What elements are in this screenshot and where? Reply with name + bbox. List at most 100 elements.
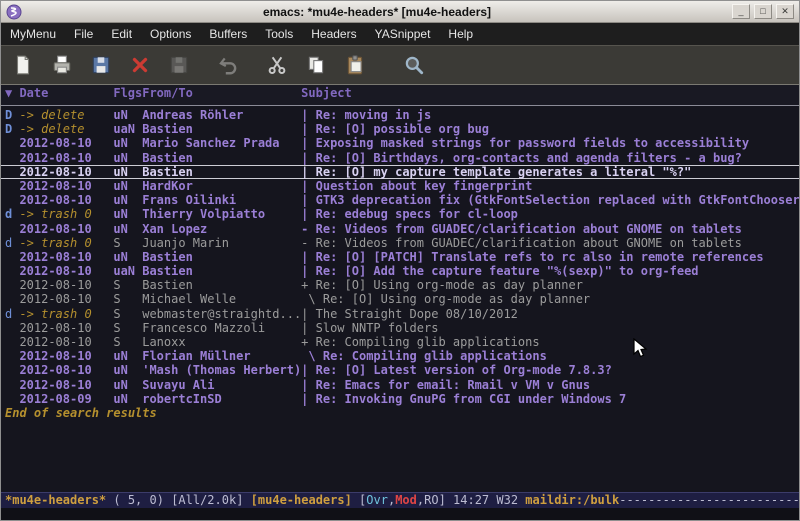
tool-bar: [1, 45, 799, 85]
column-header-subject[interactable]: Subject: [301, 85, 352, 101]
new-file-button[interactable]: [10, 53, 35, 78]
message-subject: \ Re: Compiling glib applications: [301, 349, 547, 363]
column-header-flags[interactable]: Flgs: [113, 85, 142, 101]
mark-flag: [5, 321, 19, 335]
minimize-button[interactable]: _: [732, 4, 750, 19]
message-flags: S: [113, 236, 142, 250]
message-row[interactable]: 2012-08-10SMichael Welle \ Re: [O] Using…: [1, 292, 799, 306]
message-subject: | Re: moving in js: [301, 108, 431, 122]
message-row[interactable]: 2012-08-10uNBastien| Re: [O] [PATCH] Tra…: [1, 250, 799, 264]
message-date: 2012-08-09: [19, 392, 113, 406]
mark-flag: d: [5, 236, 19, 250]
menu-help[interactable]: Help: [439, 23, 482, 45]
save-as-icon: [168, 54, 190, 76]
modeline-size: [All/2.0k]: [171, 493, 250, 507]
message-subject: | The Straight Dope 08/10/2012: [301, 307, 518, 321]
message-from: Bastien: [142, 122, 301, 136]
message-date: 2012-08-10: [19, 363, 113, 377]
message-row[interactable]: 2012-08-10SFrancesco Mazzoli| Slow NNTP …: [1, 321, 799, 335]
message-from: Bastien: [142, 264, 301, 278]
title-bar[interactable]: emacs: *mu4e-headers* [mu4e-headers] _ □…: [1, 1, 799, 23]
message-flags: S: [113, 307, 142, 321]
column-header-date[interactable]: Date: [19, 85, 113, 101]
menu-options[interactable]: Options: [141, 23, 200, 45]
message-row[interactable]: d-> trash 0SJuanjo Marin- Re: Videos fro…: [1, 236, 799, 250]
message-subject: - Re: Videos from GUADEC/clarification a…: [301, 222, 742, 236]
mark-flag: [5, 278, 19, 292]
save-as-button[interactable]: [166, 53, 191, 78]
message-subject: | Re: [O] Add the capture feature "%(sex…: [301, 264, 698, 278]
message-row[interactable]: 2012-08-10uNMario Sanchez Prada| Exposin…: [1, 136, 799, 150]
message-flags: uN: [113, 250, 142, 264]
maximize-button[interactable]: □: [754, 4, 772, 19]
menu-bar: MyMenu File Edit Options Buffers Tools H…: [1, 23, 799, 45]
message-row-current[interactable]: 2012-08-10uNBastien| Re: [O] my capture …: [1, 165, 799, 179]
headers-buffer[interactable]: D-> deleteuNAndreas Röhler| Re: moving i…: [1, 106, 799, 492]
message-date: -> trash 0: [19, 207, 113, 221]
minibuffer-area[interactable]: [1, 508, 799, 520]
menu-mymenu[interactable]: MyMenu: [1, 23, 65, 45]
message-date: -> trash 0: [19, 236, 113, 250]
message-from: Bastien: [142, 250, 301, 264]
message-row[interactable]: 2012-08-10uN'Mash (Thomas Herbert)| Re: …: [1, 363, 799, 377]
message-row[interactable]: D-> deleteuaNBastien| Re: [O] possible o…: [1, 122, 799, 136]
message-row[interactable]: D-> deleteuNAndreas Röhler| Re: moving i…: [1, 108, 799, 122]
message-from: Mario Sanchez Prada: [142, 136, 301, 150]
message-subject: \ Re: [O] Using org-mode as day planner: [301, 292, 590, 306]
message-from: Bastien: [142, 165, 301, 179]
mode-line[interactable]: *mu4e-headers* ( 5, 0) [All/2.0k] [mu4e-…: [1, 492, 799, 508]
message-from: Xan Lopez: [142, 222, 301, 236]
close-buffer-icon: [129, 54, 151, 76]
message-from: Lanoxx: [142, 335, 301, 349]
mark-flag: D: [5, 108, 19, 122]
message-from: 'Mash (Thomas Herbert): [142, 363, 301, 377]
menu-yasnippet[interactable]: YASnippet: [366, 23, 440, 45]
menu-headers[interactable]: Headers: [302, 23, 365, 45]
message-from: Juanjo Marin: [142, 236, 301, 250]
message-flags: uN: [113, 136, 142, 150]
message-row[interactable]: d-> trash 0uNThierry Volpiatto| Re: edeb…: [1, 207, 799, 221]
message-from: Andreas Röhler: [142, 108, 301, 122]
message-date: 2012-08-10: [19, 278, 113, 292]
cut-button[interactable]: [264, 53, 289, 78]
message-row[interactable]: 2012-08-10uNSuvayu Ali| Re: Emacs for em…: [1, 378, 799, 392]
message-row[interactable]: 2012-08-10uNFlorian Müllner \ Re: Compil…: [1, 349, 799, 363]
menu-edit[interactable]: Edit: [102, 23, 141, 45]
message-subject: | GTK3 deprecation fix (GtkFontSelection…: [301, 193, 799, 207]
close-button[interactable]: ✕: [776, 4, 794, 19]
search-button[interactable]: [401, 53, 426, 78]
message-flags: S: [113, 278, 142, 292]
column-header-from[interactable]: From/To: [142, 85, 301, 101]
message-date: -> delete: [19, 108, 113, 122]
print-button[interactable]: [49, 53, 74, 78]
undo-button[interactable]: [215, 53, 240, 78]
sort-direction-icon[interactable]: ▼: [5, 85, 19, 101]
message-row[interactable]: 2012-08-10uaNBastien| Re: [O] Add the ca…: [1, 264, 799, 278]
paste-icon: [344, 54, 366, 76]
message-subject: | Question about key fingerprint: [301, 179, 532, 193]
message-row[interactable]: 2012-08-10uNHardKor| Question about key …: [1, 179, 799, 193]
message-row[interactable]: 2012-08-10uNFrans Oilinki| GTK3 deprecat…: [1, 193, 799, 207]
message-subject: | Slow NNTP folders: [301, 321, 438, 335]
message-row[interactable]: 2012-08-09uNrobertcInSD| Re: Invoking Gn…: [1, 392, 799, 406]
message-subject: + Re: Compiling glib applications: [301, 335, 539, 349]
message-row[interactable]: 2012-08-10SBastien+ Re: [O] Using org-mo…: [1, 278, 799, 292]
menu-buffers[interactable]: Buffers: [200, 23, 256, 45]
copy-button[interactable]: [303, 53, 328, 78]
mark-flag: D: [5, 122, 19, 136]
message-date: -> delete: [19, 122, 113, 136]
message-flags: S: [113, 335, 142, 349]
message-date: 2012-08-10: [19, 378, 113, 392]
save-button[interactable]: [88, 53, 113, 78]
message-row[interactable]: 2012-08-10uNBastien| Re: [O] Birthdays, …: [1, 151, 799, 165]
message-date: 2012-08-10: [19, 349, 113, 363]
emacs-icon[interactable]: [6, 4, 22, 20]
message-from: webmaster@straightd...: [142, 307, 301, 321]
paste-button[interactable]: [342, 53, 367, 78]
message-row[interactable]: d-> trash 0Swebmaster@straightd...| The …: [1, 307, 799, 321]
close-buffer-button[interactable]: [127, 53, 152, 78]
menu-file[interactable]: File: [65, 23, 102, 45]
message-row[interactable]: 2012-08-10uNXan Lopez- Re: Videos from G…: [1, 222, 799, 236]
menu-tools[interactable]: Tools: [256, 23, 302, 45]
message-row[interactable]: 2012-08-10SLanoxx+ Re: Compiling glib ap…: [1, 335, 799, 349]
